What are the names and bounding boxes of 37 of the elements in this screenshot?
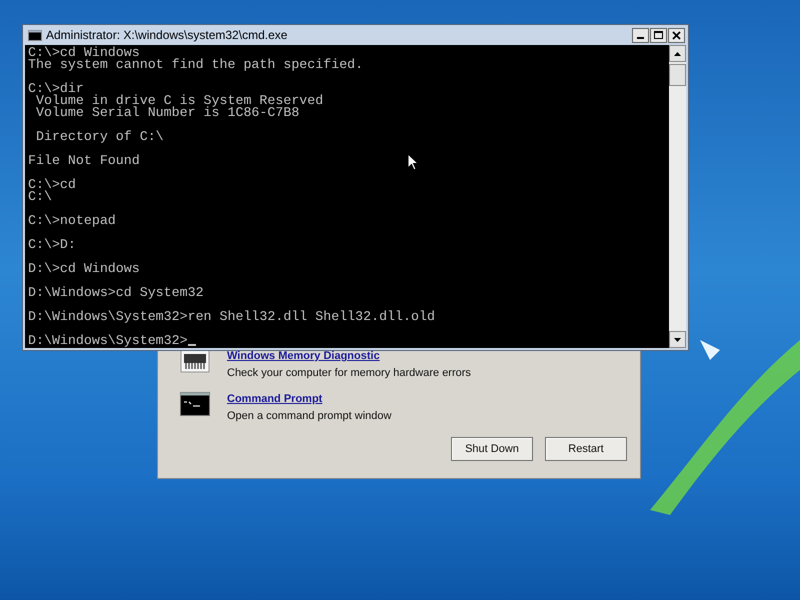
- minimize-button[interactable]: [632, 28, 649, 42]
- option-description: Check your computer for memory hardware errors: [227, 366, 471, 380]
- close-icon: [672, 30, 681, 40]
- command-prompt-icon: [180, 392, 210, 416]
- up-arrow-icon: [674, 52, 681, 56]
- close-button[interactable]: [668, 28, 685, 42]
- console-line: Volume in drive C is System Reserved: [34, 95, 324, 107]
- console-line: D:\>cd Windows: [28, 263, 140, 275]
- dialog-button[interactable]: Restart: [545, 437, 627, 461]
- console-line: D:\Windows\System32>: [28, 335, 188, 347]
- window-title: Administrator: X:\windows\system32\cmd.exe: [46, 27, 288, 44]
- console-line: C:\>cd Windows: [28, 47, 140, 59]
- recovery-option-link[interactable]: Command Prompt: [227, 392, 392, 406]
- console-line: Directory of C:\: [34, 131, 164, 143]
- console-line: The system cannot find the path specified.: [28, 59, 364, 71]
- console-line: D:\Windows>cd System32: [28, 287, 204, 299]
- recovery-option-link[interactable]: Windows Memory Diagnostic: [227, 349, 471, 363]
- scroll-down-button[interactable]: [669, 331, 686, 348]
- console-line: D:\Windows\System32>ren Shell32.dll Shell32.dll.old: [28, 311, 435, 323]
- console-line: Volume Serial Number is 1C86-C7B8: [34, 107, 300, 119]
- maximize-button[interactable]: [650, 28, 667, 42]
- console-app-icon: [28, 30, 42, 40]
- console-line: File Not Found: [28, 155, 140, 167]
- option-description: Open a command prompt window: [227, 409, 392, 423]
- down-arrow-icon: [674, 338, 681, 342]
- text-cursor: [188, 344, 196, 346]
- memory-chip-icon: [180, 349, 210, 373]
- vertical-scrollbar[interactable]: [669, 45, 686, 348]
- console-line: C:\>cd: [28, 179, 76, 191]
- console-line: C:\>notepad: [28, 215, 116, 227]
- dialog-button[interactable]: Shut Down: [451, 437, 533, 461]
- console-line: C:\: [28, 191, 52, 203]
- console-line: C:\>dir: [28, 83, 84, 95]
- console-line: C:\>D:: [28, 239, 76, 251]
- mouse-pointer-icon: [407, 153, 419, 171]
- scroll-up-button[interactable]: [669, 45, 686, 62]
- scroll-thumb[interactable]: [669, 64, 686, 86]
